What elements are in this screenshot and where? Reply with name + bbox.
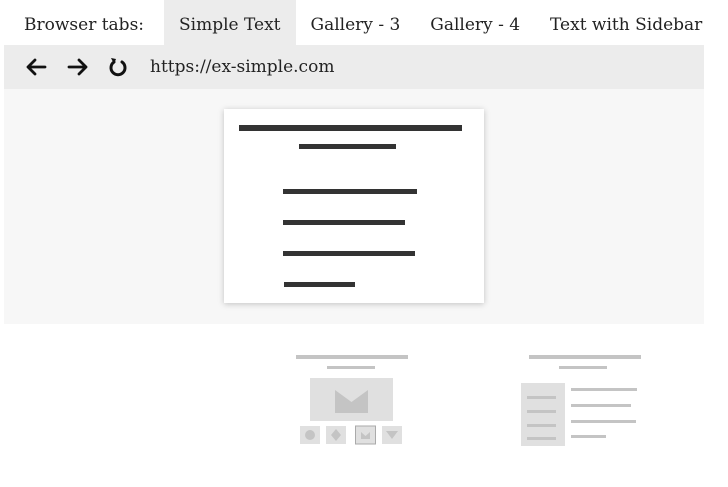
heading-line (239, 125, 462, 131)
thumb-title-line (296, 355, 408, 359)
thumb-sidebar-line (527, 410, 556, 413)
text-line (283, 220, 405, 225)
reload-button[interactable] (100, 49, 136, 85)
gallery-preview-thumbnail[interactable] (296, 355, 408, 447)
mail-icon (335, 390, 368, 413)
arrow-left-icon (26, 58, 47, 76)
thumb-text-line (571, 388, 637, 391)
arrow-right-icon (67, 58, 88, 76)
thumb-subtitle-line (327, 366, 375, 369)
thumb-title-line (529, 355, 641, 359)
text-line (283, 189, 417, 194)
page-viewport (4, 89, 704, 324)
tab-bar-label: Browser tabs: (24, 15, 145, 35)
text-line (284, 282, 355, 287)
reload-icon (109, 58, 127, 77)
thumb-image-box (310, 378, 393, 421)
subheading-line (299, 144, 396, 149)
back-button[interactable] (18, 49, 54, 85)
thumb-sidebar-line (527, 396, 556, 399)
simple-text-page (224, 109, 484, 303)
thumb-sidebar-line (527, 437, 556, 440)
tab-simple-text[interactable]: Simple Text (164, 0, 296, 45)
thumb-text-line (571, 420, 636, 423)
thumb-text-line (571, 435, 606, 438)
browser-toolbar: https://ex-simple.com (4, 45, 704, 89)
thumb-subtitle-line (559, 366, 607, 369)
sidebar-preview-thumbnail[interactable] (521, 355, 643, 447)
tab-text-with-sidebar[interactable]: Text with Sidebar (535, 0, 717, 45)
thumb-sidebar-line (527, 424, 556, 427)
thumb-icon-row (300, 425, 402, 445)
tab-gallery-3[interactable]: Gallery - 3 (296, 0, 416, 45)
text-line (283, 251, 415, 256)
thumb-text-line (571, 404, 631, 407)
forward-button[interactable] (60, 49, 96, 85)
url-field[interactable]: https://ex-simple.com (150, 45, 334, 89)
tab-gallery-4[interactable]: Gallery - 4 (415, 0, 535, 45)
tab-bar: Browser tabs: Simple Text Gallery - 3 Ga… (0, 0, 728, 45)
